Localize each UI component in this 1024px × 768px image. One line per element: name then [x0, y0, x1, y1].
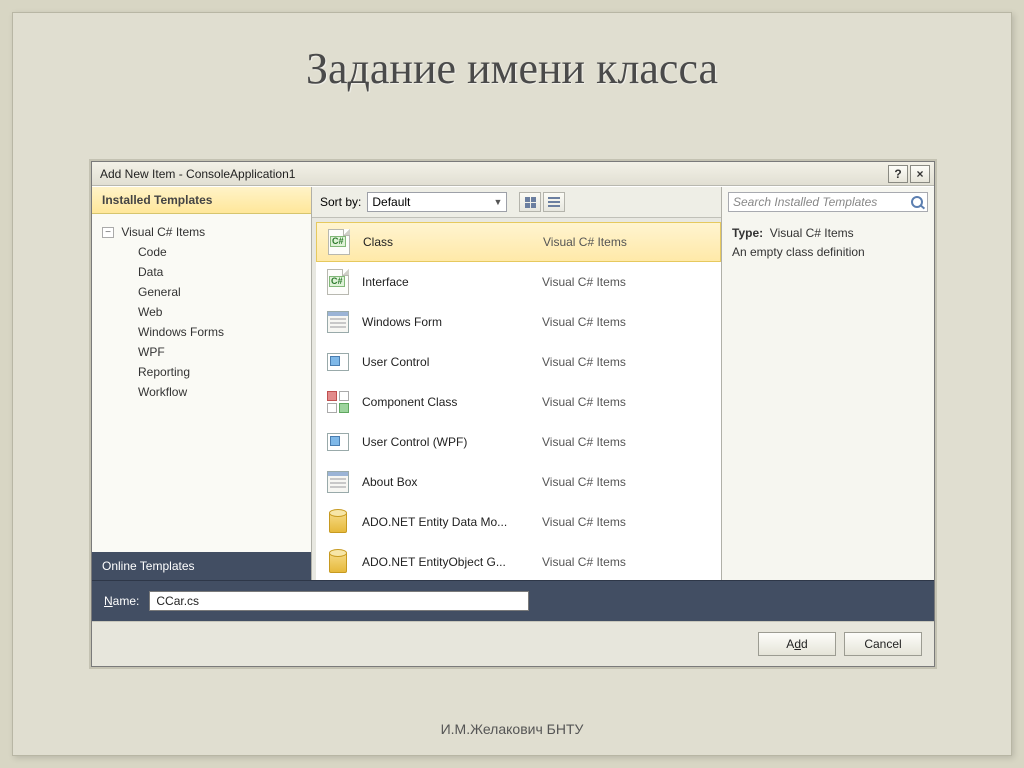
tree-child[interactable]: Web [98, 302, 305, 322]
template-icon [324, 508, 352, 536]
name-bar: Name: CCar.cs [92, 580, 934, 621]
tree-child[interactable]: Data [98, 262, 305, 282]
dialog-buttons: Add Cancel [92, 621, 934, 666]
dialog-titlebar: Add New Item - ConsoleApplication1 ? × [92, 162, 934, 186]
slide-title: Задание имени класса [13, 13, 1011, 112]
templates-toolbar: Sort by: Default ▼ [312, 187, 721, 218]
template-name: Windows Form [362, 315, 542, 329]
template-name: User Control [362, 355, 542, 369]
template-icon [324, 548, 352, 576]
template-category: Visual C# Items [542, 355, 715, 369]
template-icon: C# [325, 228, 353, 256]
slide-credit: И.М.Желакович БНТУ [13, 721, 1011, 737]
templates-sidebar: Installed Templates − Visual C# Items Co… [92, 187, 312, 580]
templates-list: C#ClassVisual C# ItemsC#InterfaceVisual … [316, 222, 721, 580]
template-item[interactable]: Component ClassVisual C# Items [316, 382, 721, 422]
add-new-item-dialog: Add New Item - ConsoleApplication1 ? × I… [91, 161, 935, 667]
collapse-icon[interactable]: − [102, 227, 114, 238]
sort-by-label: Sort by: [320, 195, 361, 209]
template-name: Interface [362, 275, 542, 289]
template-name: Class [363, 235, 543, 249]
name-label: Name: [104, 594, 139, 608]
online-templates-header[interactable]: Online Templates [92, 552, 311, 580]
chevron-down-icon: ▼ [493, 197, 502, 207]
template-item[interactable]: ADO.NET EntityObject G...Visual C# Items [316, 542, 721, 580]
tree-child[interactable]: Windows Forms [98, 322, 305, 342]
sort-by-select[interactable]: Default ▼ [367, 192, 507, 212]
template-item[interactable]: C# ClassVisual C# Items [316, 222, 721, 262]
template-icon [324, 428, 352, 456]
dialog-title: Add New Item - ConsoleApplication1 [100, 167, 295, 181]
view-medium-icons-button[interactable] [519, 192, 541, 212]
help-button[interactable]: ? [888, 165, 908, 183]
tree-child[interactable]: Code [98, 242, 305, 262]
slide-frame: Задание имени класса Add New Item - Cons… [12, 12, 1012, 756]
tree-child[interactable]: Workflow [98, 382, 305, 402]
tree-child[interactable]: General [98, 282, 305, 302]
template-name: About Box [362, 475, 542, 489]
template-icon [324, 468, 352, 496]
template-icon [324, 388, 352, 416]
close-button[interactable]: × [910, 165, 930, 183]
templates-panel: Sort by: Default ▼ C#ClassVisual C# Item… [312, 187, 722, 580]
template-icon [324, 348, 352, 376]
template-category: Visual C# Items [542, 435, 715, 449]
template-name: Component Class [362, 395, 542, 409]
name-input[interactable]: CCar.cs [149, 591, 529, 611]
template-description: Type: Visual C# Items An empty class def… [722, 216, 934, 270]
search-input[interactable]: Search Installed Templates [728, 192, 928, 212]
template-category: Visual C# Items [542, 315, 715, 329]
template-name: ADO.NET EntityObject G... [362, 555, 542, 569]
template-item[interactable]: Windows FormVisual C# Items [316, 302, 721, 342]
template-icon [324, 308, 352, 336]
details-panel: Search Installed Templates Type: Visual … [722, 187, 934, 580]
template-name: ADO.NET Entity Data Mo... [362, 515, 542, 529]
add-button[interactable]: Add [758, 632, 836, 656]
template-item[interactable]: User Control (WPF)Visual C# Items [316, 422, 721, 462]
templates-tree: − Visual C# Items Code Data General Web … [92, 214, 311, 552]
template-item[interactable]: C# InterfaceVisual C# Items [316, 262, 721, 302]
installed-templates-header: Installed Templates [92, 187, 311, 214]
template-category: Visual C# Items [543, 235, 714, 249]
tree-child[interactable]: Reporting [98, 362, 305, 382]
template-item[interactable]: ADO.NET Entity Data Mo...Visual C# Items [316, 502, 721, 542]
template-name: User Control (WPF) [362, 435, 542, 449]
template-category: Visual C# Items [542, 395, 715, 409]
template-icon: C# [324, 268, 352, 296]
view-small-icons-button[interactable] [543, 192, 565, 212]
template-category: Visual C# Items [542, 475, 715, 489]
search-icon [911, 196, 923, 208]
template-item[interactable]: User ControlVisual C# Items [316, 342, 721, 382]
template-category: Visual C# Items [542, 515, 715, 529]
template-category: Visual C# Items [542, 275, 715, 289]
cancel-button[interactable]: Cancel [844, 632, 922, 656]
tree-child[interactable]: WPF [98, 342, 305, 362]
template-item[interactable]: About BoxVisual C# Items [316, 462, 721, 502]
template-category: Visual C# Items [542, 555, 715, 569]
tree-root[interactable]: − Visual C# Items [98, 222, 305, 242]
